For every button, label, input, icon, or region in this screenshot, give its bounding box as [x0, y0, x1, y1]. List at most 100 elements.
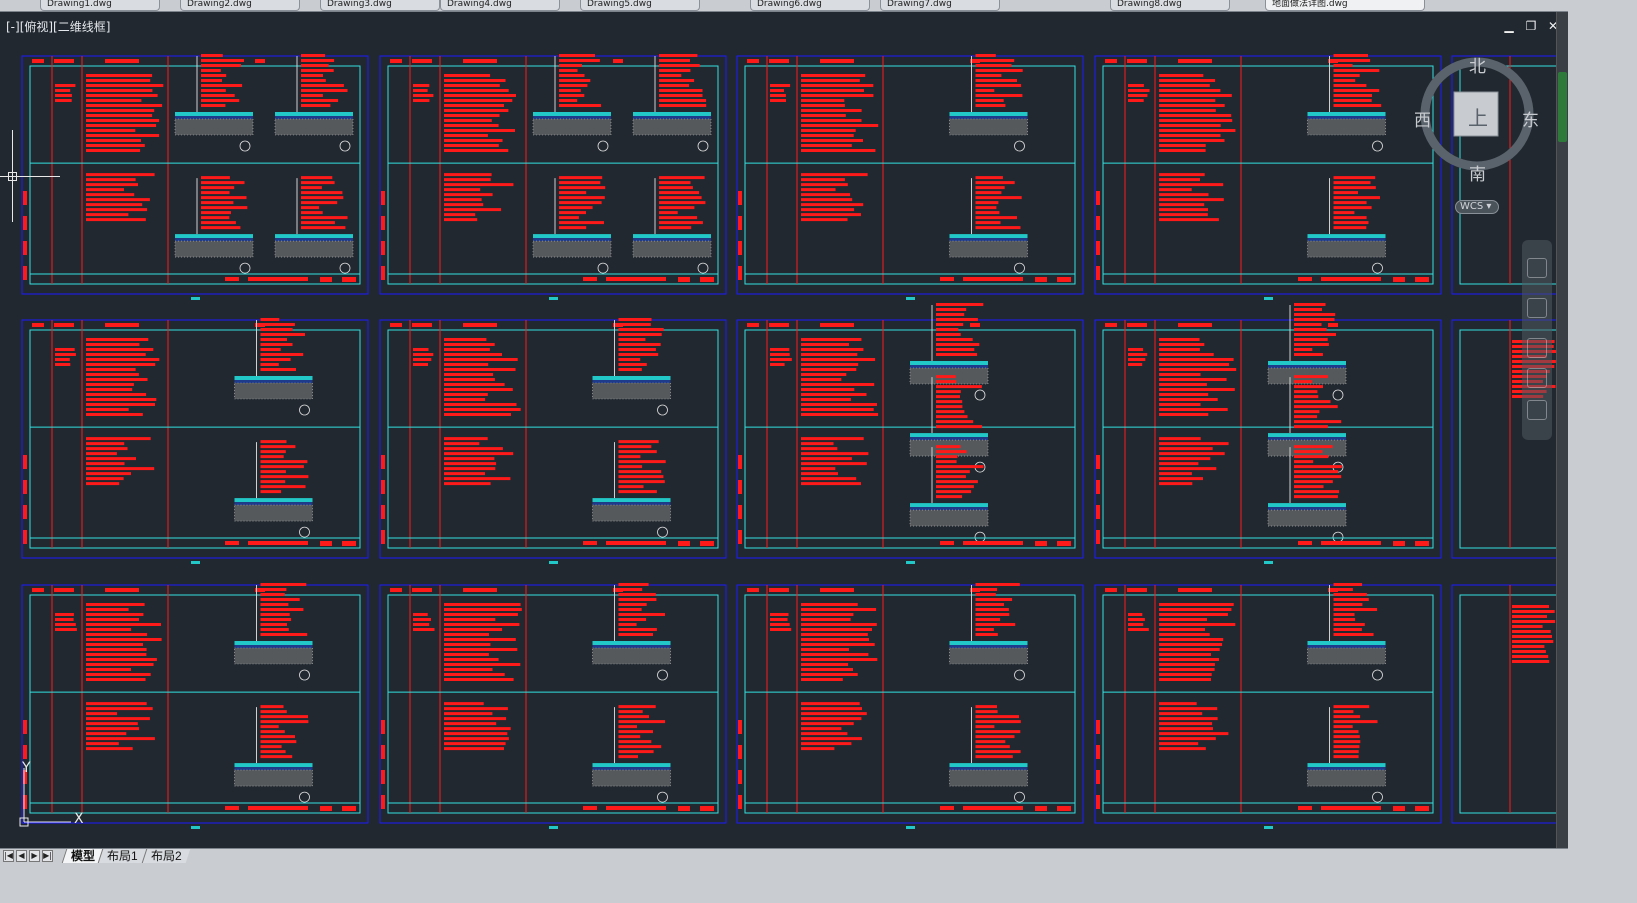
annotation-text-block	[260, 633, 308, 636]
scrollbar-thumb[interactable]	[1558, 72, 1567, 142]
file-tab[interactable]: Drawing1.dwg	[40, 0, 160, 11]
annotation-text-block	[1294, 400, 1331, 404]
viewcube[interactable]: 北 南 东 西 上	[1410, 52, 1540, 185]
pan-hand-icon[interactable]	[1527, 298, 1547, 318]
header-mark	[1105, 588, 1117, 592]
annotation-text-block	[801, 363, 859, 366]
minimize-icon[interactable]: ▁	[1503, 20, 1515, 32]
annotation-text-block	[301, 201, 338, 205]
annotation-text-block	[444, 467, 496, 471]
concrete-hatch	[274, 118, 354, 136]
annotation-text-block	[260, 710, 287, 714]
annotation-text-block	[559, 176, 603, 180]
orbit-icon[interactable]	[1527, 368, 1547, 388]
annotation-text-block	[936, 328, 959, 331]
annotation-text-block	[1333, 755, 1359, 759]
annotation-text-block	[1333, 221, 1369, 225]
annotation-text-block	[86, 608, 129, 611]
next-layout-button[interactable]: ▶	[29, 850, 40, 862]
title-block-text	[963, 541, 1023, 545]
viewcube-west[interactable]: 西	[1414, 106, 1431, 131]
file-tab[interactable]: 地面做法详图.dwg	[1265, 0, 1425, 11]
detail-number-bubble	[299, 404, 310, 416]
annotation-text-block	[1294, 385, 1323, 389]
annotation-text-block	[1159, 673, 1212, 676]
annotation-text-block	[801, 737, 862, 741]
status-area	[0, 863, 1637, 903]
concrete-hatch	[1267, 509, 1347, 527]
viewcube-east[interactable]: 东	[1522, 106, 1539, 131]
annotation-text-block	[1333, 196, 1380, 200]
first-layout-button[interactable]: |◀	[3, 850, 14, 862]
tab-layout2[interactable]: 布局2	[141, 849, 190, 863]
title-block-text	[583, 277, 597, 281]
annotation-text-block	[801, 403, 877, 406]
annotation-text-block	[936, 313, 965, 316]
annotation-text-block	[1294, 490, 1340, 494]
showmotion-icon[interactable]	[1527, 400, 1547, 420]
annotation-text-block	[559, 191, 587, 195]
annotation-text-block	[444, 208, 502, 212]
annotation-text-block	[659, 74, 682, 77]
model-space-canvas[interactable]	[0, 40, 1568, 848]
file-tab[interactable]: Drawing3.dwg	[320, 0, 440, 11]
annotation-text-block	[618, 725, 637, 729]
annotation-text-block	[1128, 89, 1150, 92]
annotation-text-block	[1159, 603, 1234, 606]
header-mark	[105, 323, 139, 327]
annotation-text-block	[936, 445, 961, 449]
viewcube-north[interactable]: 北	[1469, 52, 1486, 77]
mortar-layer	[533, 116, 611, 119]
annotation-text-block	[301, 211, 323, 215]
annotation-text-block	[260, 440, 287, 444]
last-layout-button[interactable]: ▶|	[42, 850, 53, 862]
annotation-text-block	[1294, 303, 1326, 306]
annotation-text-block	[444, 712, 493, 716]
annotation-text-block	[1333, 54, 1368, 57]
annotation-text-block	[260, 485, 306, 489]
tab-layout1[interactable]: 布局1	[97, 849, 146, 863]
annotation-text-block	[1159, 608, 1232, 611]
header-mark	[820, 588, 854, 592]
annotation-text-block	[444, 643, 491, 646]
restore-icon[interactable]: ❐	[1525, 20, 1537, 32]
file-tab[interactable]: Drawing5.dwg	[580, 0, 700, 11]
viewport-controls-label[interactable]: [-][俯视][二维线框]	[6, 18, 110, 35]
title-block-text	[1393, 541, 1405, 546]
annotation-text-block	[86, 628, 132, 631]
mortar-layer	[234, 502, 313, 506]
annotation-text-block	[975, 79, 1017, 82]
header-mark	[390, 323, 402, 327]
annotation-text-block	[1159, 74, 1204, 77]
annotation-text-block	[936, 385, 982, 389]
annotation-text-block	[618, 323, 651, 326]
viewcube-south[interactable]: 南	[1469, 160, 1486, 185]
mortar-layer	[234, 380, 313, 383]
annotation-text-block	[1128, 94, 1148, 97]
annotation-text-block	[86, 603, 145, 606]
wcs-menu[interactable]: WCS ▾	[1455, 200, 1499, 214]
vertical-scrollbar[interactable]	[1556, 12, 1568, 848]
annotation-text-block	[1512, 625, 1543, 628]
file-tab[interactable]: Drawing7.dwg	[880, 0, 1000, 11]
annotation-text-block	[1159, 383, 1207, 386]
header-mark	[1127, 323, 1147, 327]
tab-model[interactable]: 模型	[61, 849, 104, 863]
annotation-text-block	[444, 472, 485, 476]
annotation-text-block	[1159, 702, 1197, 706]
annotation-text-block	[801, 218, 848, 222]
steering-wheel-icon[interactable]	[1527, 258, 1547, 278]
file-tab[interactable]: Drawing4.dwg	[440, 0, 560, 11]
annotation-text-block	[1333, 583, 1363, 586]
annotation-text-block	[659, 94, 703, 97]
prev-layout-button[interactable]: ◀	[16, 850, 27, 862]
viewcube-top-face[interactable]: 上	[1468, 102, 1488, 131]
zoom-icon[interactable]	[1527, 338, 1547, 358]
annotation-text-block	[801, 702, 860, 706]
file-tab[interactable]: Drawing6.dwg	[750, 0, 870, 11]
annotation-text-block	[260, 715, 308, 719]
annotation-text-block	[1159, 363, 1230, 366]
file-tab[interactable]: Drawing8.dwg	[1110, 0, 1230, 11]
file-tab[interactable]: Drawing2.dwg	[180, 0, 300, 11]
annotation-text-block	[86, 663, 154, 666]
